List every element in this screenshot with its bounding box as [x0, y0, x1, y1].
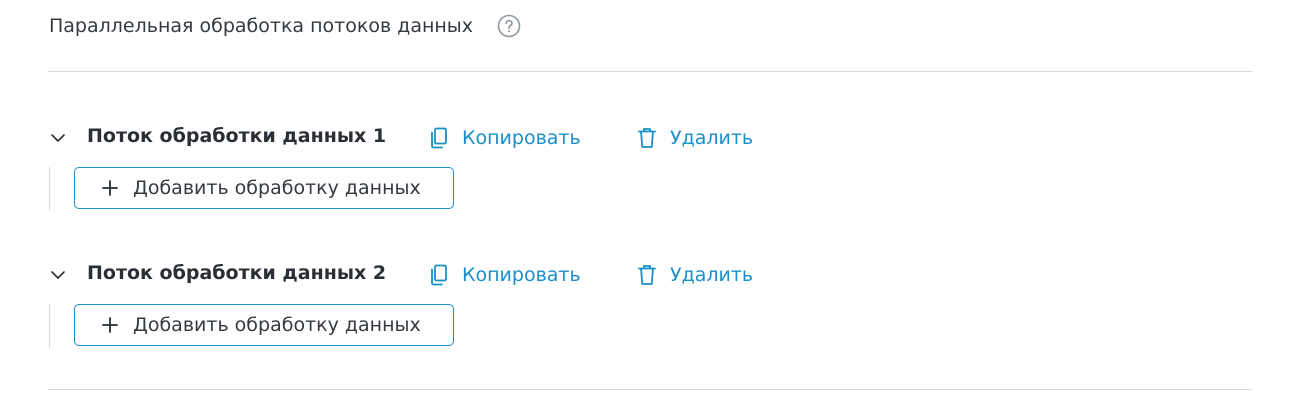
flow-item-1: Поток обработки данных 1 Копировать Удал… [48, 124, 1252, 211]
delete-label: Удалить [670, 127, 754, 149]
copy-button[interactable]: Копировать [428, 263, 581, 287]
top-divider [48, 71, 1252, 72]
copy-icon [428, 126, 450, 150]
plus-icon [101, 179, 119, 197]
flow-rail [49, 304, 50, 348]
copy-button[interactable]: Копировать [428, 126, 581, 150]
flow-title: Поток обработки данных 1 [87, 125, 387, 147]
add-processing-label: Добавить обработку данных [133, 314, 421, 336]
chevron-down-icon[interactable] [48, 265, 68, 285]
flow-item-2: Поток обработки данных 2 Копировать Удал… [48, 261, 1252, 348]
section-header: Параллельная обработка потоков данных [49, 14, 521, 38]
flow-header: Поток обработки данных 2 Копировать Удал… [48, 261, 1252, 291]
trash-icon [636, 126, 658, 150]
add-processing-button[interactable]: Добавить обработку данных [74, 167, 454, 209]
bottom-divider [48, 389, 1252, 390]
flow-body: Добавить обработку данных [48, 304, 1252, 348]
copy-label: Копировать [462, 127, 581, 149]
trash-icon [636, 263, 658, 287]
flow-header: Поток обработки данных 1 Копировать Удал… [48, 124, 1252, 154]
section-title: Параллельная обработка потоков данных [49, 15, 474, 37]
delete-label: Удалить [670, 264, 754, 286]
delete-button[interactable]: Удалить [636, 263, 753, 287]
copy-label: Копировать [462, 264, 581, 286]
flow-body: Добавить обработку данных [48, 167, 1252, 211]
delete-button[interactable]: Удалить [636, 126, 753, 150]
flow-rail [49, 167, 50, 211]
help-icon[interactable] [497, 14, 521, 38]
add-processing-label: Добавить обработку данных [133, 177, 421, 199]
chevron-down-icon[interactable] [48, 128, 68, 148]
add-processing-button[interactable]: Добавить обработку данных [74, 304, 454, 346]
flow-title: Поток обработки данных 2 [87, 262, 387, 284]
plus-icon [101, 316, 119, 334]
copy-icon [428, 263, 450, 287]
